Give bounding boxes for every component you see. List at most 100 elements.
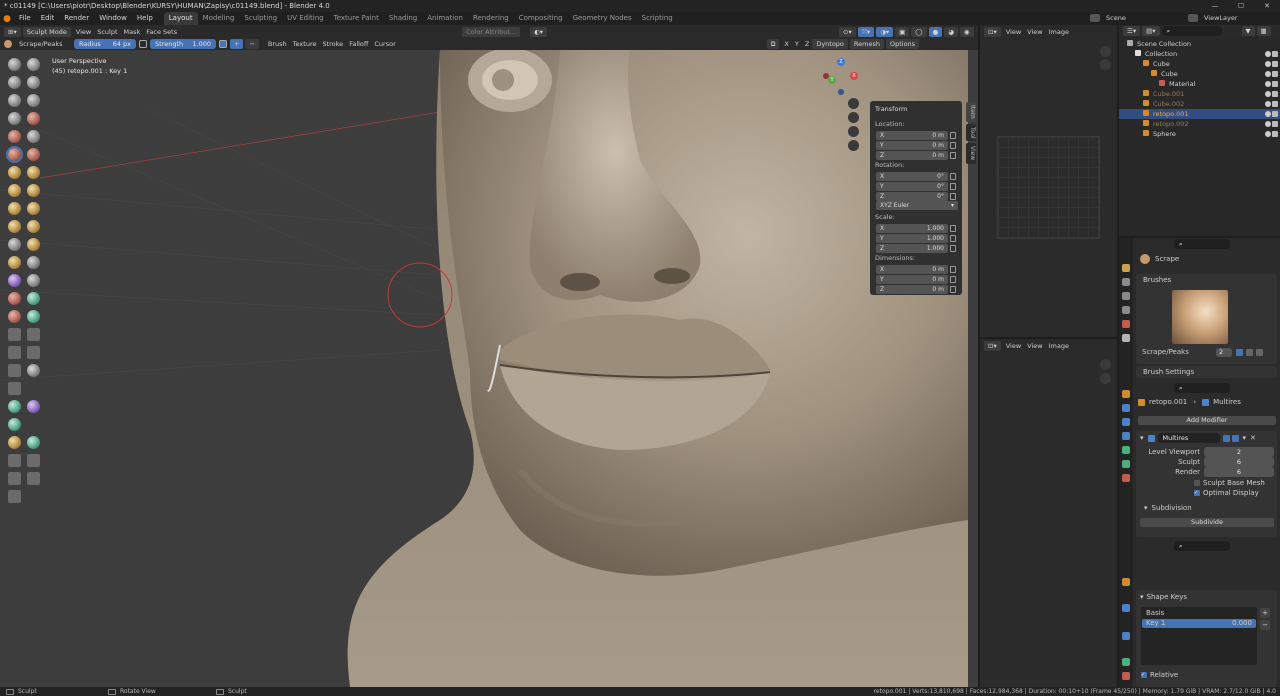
tab-item[interactable]: Item [966,102,976,122]
brush-settings-title[interactable]: Brush Settings [1143,368,1194,376]
object-tab-icon-2[interactable] [1122,578,1130,586]
mask-by-color-icon[interactable] [27,436,40,449]
inflate-brush-icon[interactable] [8,112,21,125]
editor-type-icon[interactable]: ⊞▾ [4,26,21,37]
viewlayer-name[interactable]: ViewLayer [1201,13,1241,23]
tab-layout[interactable]: Layout [163,12,198,25]
material-shading-icon[interactable]: ◕ [944,26,958,37]
dimension-y-field[interactable]: Y 0 m [876,275,948,284]
zoom-icon[interactable] [1100,359,1111,370]
render-camera-icon[interactable] [1272,81,1278,87]
lock-icon[interactable] [950,225,956,232]
relative-checkbox[interactable]: ✓ Relative [1141,671,1178,679]
texture-menu[interactable]: Texture [290,39,320,49]
outliner-row[interactable]: Cube [1119,59,1280,69]
camera-view-icon[interactable] [848,126,859,137]
pan-hand-icon[interactable] [848,112,859,123]
zoom-icon[interactable] [1100,46,1111,57]
modifier-dropdown-icon[interactable]: ▾ [1243,434,1247,442]
image-menu[interactable]: Image [1046,341,1072,351]
shape-keys-header[interactable]: ▾ Shape Keys [1140,593,1187,601]
simplify-brush-icon[interactable] [27,274,40,287]
menu-window[interactable]: Window [94,12,132,25]
box-face-set-icon[interactable] [8,364,21,377]
navigation-gizmo[interactable]: Z X Y [822,56,862,96]
edit-face-set-icon[interactable] [8,436,21,449]
lock-icon[interactable] [950,266,956,273]
tab-uv-editing[interactable]: UV Editing [282,12,329,25]
scene-selector[interactable]: Scene [1090,13,1159,23]
overlay-toggle-icon[interactable]: ◑▾ [876,26,894,37]
viewlayer-selector[interactable]: ViewLayer [1188,13,1241,23]
tab-modeling[interactable]: Modeling [198,12,240,25]
brush-preview-thumbnail[interactable] [1172,290,1228,344]
outliner-row[interactable]: Cube [1119,69,1280,79]
level-viewport-field[interactable]: 2 [1204,447,1274,457]
zoom-icon[interactable] [848,98,859,109]
render-camera-icon[interactable] [1272,131,1278,137]
particles-tab-icon[interactable] [1122,418,1130,426]
filter-icon[interactable]: ▼ [1241,26,1255,36]
snake-hook-brush-icon[interactable] [27,202,40,215]
props-search-input-2[interactable]: ⌕ [1174,383,1230,393]
visibility-eye-icon[interactable] [1265,111,1271,117]
lock-icon[interactable] [950,183,956,190]
optimal-display-checkbox[interactable]: ✓ Optimal Display [1194,489,1259,497]
menu-file[interactable]: File [14,12,36,25]
render-camera-icon[interactable] [1272,101,1278,107]
brushes-title[interactable]: Brushes [1143,276,1171,284]
smear-brush-icon[interactable] [27,328,40,341]
gizmo-toggle-icon[interactable]: ⤧▾ [857,26,875,37]
add-modifier-button[interactable]: Add Modifier [1138,416,1276,425]
clay-thumb-brush-icon[interactable] [8,94,21,107]
tab-texture-paint[interactable]: Texture Paint [329,12,384,25]
box-mask-icon[interactable] [8,346,21,359]
pose-brush-icon[interactable] [27,220,40,233]
editor-type-icon[interactable]: ☰▾ [1123,26,1141,36]
scale-tool-icon[interactable] [8,472,21,485]
tab-geometry-nodes[interactable]: Geometry Nodes [568,12,637,25]
pan-hand-icon[interactable] [1100,59,1111,70]
gizmo-x[interactable]: X [850,72,858,80]
render-camera-icon[interactable] [1272,111,1278,117]
outliner-row[interactable]: retopo.002 [1119,119,1280,129]
render-levels-field[interactable]: 6 [1204,467,1274,477]
tool-tab-icon[interactable] [1122,264,1130,272]
layer-brush-icon[interactable] [27,94,40,107]
visibility-eye-icon[interactable] [1265,51,1271,57]
clay-brush-icon[interactable] [8,76,21,89]
sculpt-base-mesh-checkbox[interactable]: Sculpt Base Mesh [1194,479,1265,487]
material-tab-icon[interactable] [1122,474,1130,482]
wireframe-shading-icon[interactable]: ◯ [911,26,927,37]
outliner-row[interactable]: Sphere [1119,129,1280,139]
view-menu[interactable]: View [1024,27,1045,37]
data-tab-icon[interactable] [1122,460,1130,468]
menu-render[interactable]: Render [59,12,94,25]
properties-area[interactable]: ⌕ Scrape Brushes Scrape/Peaks 2 Brush Se… [1119,238,1280,687]
lock-icon[interactable] [950,245,956,252]
minimize-icon[interactable]: — [1202,0,1228,12]
location-z-field[interactable]: Z 0 m [876,151,948,160]
shape-key-row[interactable]: Basis [1142,609,1256,618]
physics-tab-icon-2[interactable] [1122,632,1130,640]
visibility-eye-icon[interactable] [1265,61,1271,67]
brush-name[interactable]: Scrape/Peaks [16,39,74,49]
gizmo-z[interactable]: Z [837,58,845,66]
gizmo-y[interactable]: Y [828,76,836,84]
scale-z-field[interactable]: Z 1.000 [876,244,948,253]
lock-icon[interactable] [950,235,956,242]
rotation-y-field[interactable]: Y 0° [876,182,948,191]
rotate-tool-icon[interactable] [27,454,40,467]
render-camera-icon[interactable] [1272,121,1278,127]
blender-logo-icon[interactable]: ● [0,14,14,24]
menu-edit[interactable]: Edit [36,12,60,25]
data-tab-icon-2[interactable] [1122,658,1130,666]
strength-pressure-icon[interactable] [219,40,227,48]
lock-icon[interactable] [950,286,956,293]
unlink-brush-icon[interactable] [1256,349,1263,356]
image-editor-bottom[interactable]: ⊡▾ View View Image [980,339,1117,687]
remesh-button[interactable]: Remesh [849,39,884,49]
render-camera-icon[interactable] [1272,71,1278,77]
lock-icon[interactable] [950,193,956,200]
tab-scripting[interactable]: Scripting [637,12,678,25]
